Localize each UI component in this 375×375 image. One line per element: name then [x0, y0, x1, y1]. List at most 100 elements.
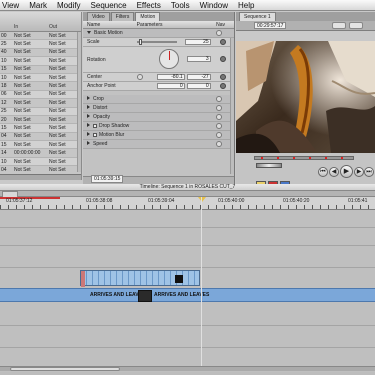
tab-filters[interactable]: Filters	[110, 12, 135, 21]
browser-row[interactable]: 25 Not Set Not Set	[0, 40, 81, 49]
browser-cell-in: Not Set	[14, 49, 31, 56]
tab-motion[interactable]: Motion	[135, 12, 161, 21]
scrubber-bar[interactable]	[254, 156, 354, 160]
section-distort[interactable]: Distort	[83, 104, 234, 113]
tab-video[interactable]: Video	[87, 12, 110, 21]
play-around-button[interactable]: ▶	[354, 167, 364, 177]
timeline-tracks: ARRIVES AND LEAVES ARRIVES AND LEAVES	[0, 210, 375, 372]
motion-blur-checkbox[interactable]	[93, 132, 97, 137]
video-clip[interactable]: ARRIVES AND LEAVES ARRIVES AND LEAVES	[0, 288, 375, 302]
reset-icon[interactable]	[216, 141, 223, 147]
menu-help[interactable]: Help	[233, 1, 259, 10]
zoom-popup[interactable]	[332, 22, 346, 29]
anchor-x-field[interactable]: 0	[156, 83, 185, 89]
shuttle-control[interactable]	[256, 163, 282, 168]
playhead[interactable]	[201, 197, 202, 367]
anchor-y-field[interactable]: 0	[186, 83, 211, 89]
browser-scrollbar[interactable]	[77, 32, 81, 172]
scale-slider[interactable]	[136, 39, 177, 45]
timeline-scrollbar[interactable]	[0, 366, 375, 371]
view-popup[interactable]	[349, 22, 363, 29]
browser-row[interactable]: 04 Not Set Not Set	[0, 133, 81, 142]
rotation-field[interactable]: 3	[186, 56, 211, 62]
browser-row[interactable]: 10 Not Set Not Set	[0, 73, 81, 83]
canvas-timecode[interactable]: 00:29:57:17	[254, 22, 287, 29]
timeline-ruler[interactable]: 01:05:37:12 01:05:38:08 01:05:39:04 01:0…	[0, 197, 375, 210]
previous-edit-button[interactable]: ⏮	[318, 167, 328, 177]
disclosure-closed-icon[interactable]	[87, 141, 90, 145]
drop-shadow-checkbox[interactable]	[93, 123, 97, 128]
opacity-label: Opacity	[93, 114, 110, 120]
menu-effects[interactable]: Effects	[132, 1, 166, 10]
menu-sequence[interactable]: Sequence	[86, 1, 132, 10]
browser-cell-out: Not Set	[49, 83, 66, 90]
col-parameters: Parameters	[136, 21, 163, 28]
browser-footer	[0, 174, 81, 180]
browser-row[interactable]: 18 Not Set Not Set	[0, 82, 81, 91]
disclosure-closed-icon[interactable]	[87, 105, 90, 109]
browser-row[interactable]: 00 Not Set Not Set	[0, 32, 81, 41]
browser-cell-out: Not Set	[49, 150, 66, 157]
play-button[interactable]: ▶	[340, 165, 353, 178]
menu-mark[interactable]: Mark	[24, 1, 52, 10]
reset-icon[interactable]	[216, 123, 223, 129]
play-in-to-out-button[interactable]: ◀	[329, 167, 339, 177]
browser-col-in[interactable]: In	[12, 24, 47, 30]
browser-row[interactable]: 12 Not Set Not Set	[0, 99, 81, 108]
browser-row[interactable]: 40 Not Set Not Set	[0, 49, 81, 58]
keyframe-button-icon[interactable]	[220, 74, 227, 80]
section-drop-shadow[interactable]: Drop Shadow	[83, 122, 234, 131]
reset-icon[interactable]	[216, 114, 223, 120]
browser-row[interactable]: 10 Not Set Not Set	[0, 157, 81, 167]
viewer-timecode[interactable]: 01:05:39:15	[91, 175, 124, 183]
canvas-panel: Sequence 1 00:29:57:17 ⏮ ◀ ▶ ▶ ⏭	[236, 12, 375, 184]
center-y-field[interactable]: -27	[186, 74, 211, 80]
browser-row[interactable]: 14 00:00:00:00 Not Set	[0, 149, 81, 158]
browser-cell-duration: 25	[1, 108, 7, 115]
keyframe-button-icon[interactable]	[220, 39, 227, 45]
section-basic-motion[interactable]: Basic Motion	[83, 29, 234, 38]
section-speed[interactable]: Speed	[83, 140, 234, 149]
browser-col-out[interactable]: Out	[47, 24, 81, 30]
reset-icon[interactable]	[216, 96, 223, 102]
browser-row[interactable]: 15 Not Set Not Set	[0, 66, 81, 74]
browser-list: 00 Not Set Not Set 25 Not Set Not Set 40 Not Se…	[0, 32, 81, 175]
playhead-icon[interactable]	[198, 197, 206, 202]
section-crop[interactable]: Crop	[83, 95, 234, 104]
disclosure-open-icon[interactable]	[87, 31, 91, 34]
reset-icon[interactable]	[216, 30, 223, 36]
crosshair-icon[interactable]	[136, 74, 143, 80]
scale-field[interactable]: 25	[184, 39, 211, 45]
tab-sequence-1[interactable]: Sequence 1	[239, 12, 276, 21]
clip-stack[interactable]	[80, 270, 200, 287]
browser-row[interactable]: 10 Not Set Not Set	[0, 57, 81, 66]
keyframe-button-icon[interactable]	[220, 83, 227, 89]
browser-cell-in: Not Set	[14, 83, 31, 90]
disclosure-closed-icon[interactable]	[87, 123, 90, 127]
browser-row[interactable]: 15 Not Set Not Set	[0, 124, 81, 133]
browser-row[interactable]: 06 Not Set Not Set	[0, 90, 81, 100]
menu-modify[interactable]: Modify	[52, 1, 86, 10]
reset-icon[interactable]	[216, 132, 223, 138]
keyframe-button-icon[interactable]	[220, 56, 227, 62]
menu-view[interactable]: View	[0, 1, 24, 10]
disclosure-closed-icon[interactable]	[87, 96, 90, 100]
menu-window[interactable]: Window	[195, 1, 233, 10]
menu-tools[interactable]: Tools	[166, 1, 195, 10]
center-x-field[interactable]: -80.1	[156, 74, 185, 80]
section-opacity[interactable]: Opacity	[83, 113, 234, 122]
reset-icon[interactable]	[216, 105, 223, 111]
browser-row[interactable]: 25 Not Set Not Set	[0, 107, 81, 116]
browser-row[interactable]: 15 Not Set Not Set	[0, 141, 81, 150]
viewer-scrollbar[interactable]	[230, 38, 234, 174]
disclosure-closed-icon[interactable]	[87, 114, 90, 118]
section-motion-blur[interactable]: Motion Blur	[83, 131, 234, 140]
clip-gap	[175, 275, 183, 283]
next-edit-button[interactable]: ⏭	[364, 167, 374, 177]
video-frame-image	[236, 41, 375, 153]
video-frame	[236, 41, 375, 153]
disclosure-closed-icon[interactable]	[87, 132, 90, 136]
rotation-dial[interactable]	[158, 49, 179, 69]
track-row	[0, 304, 375, 326]
browser-row[interactable]: 20 Not Set Not Set	[0, 116, 81, 125]
